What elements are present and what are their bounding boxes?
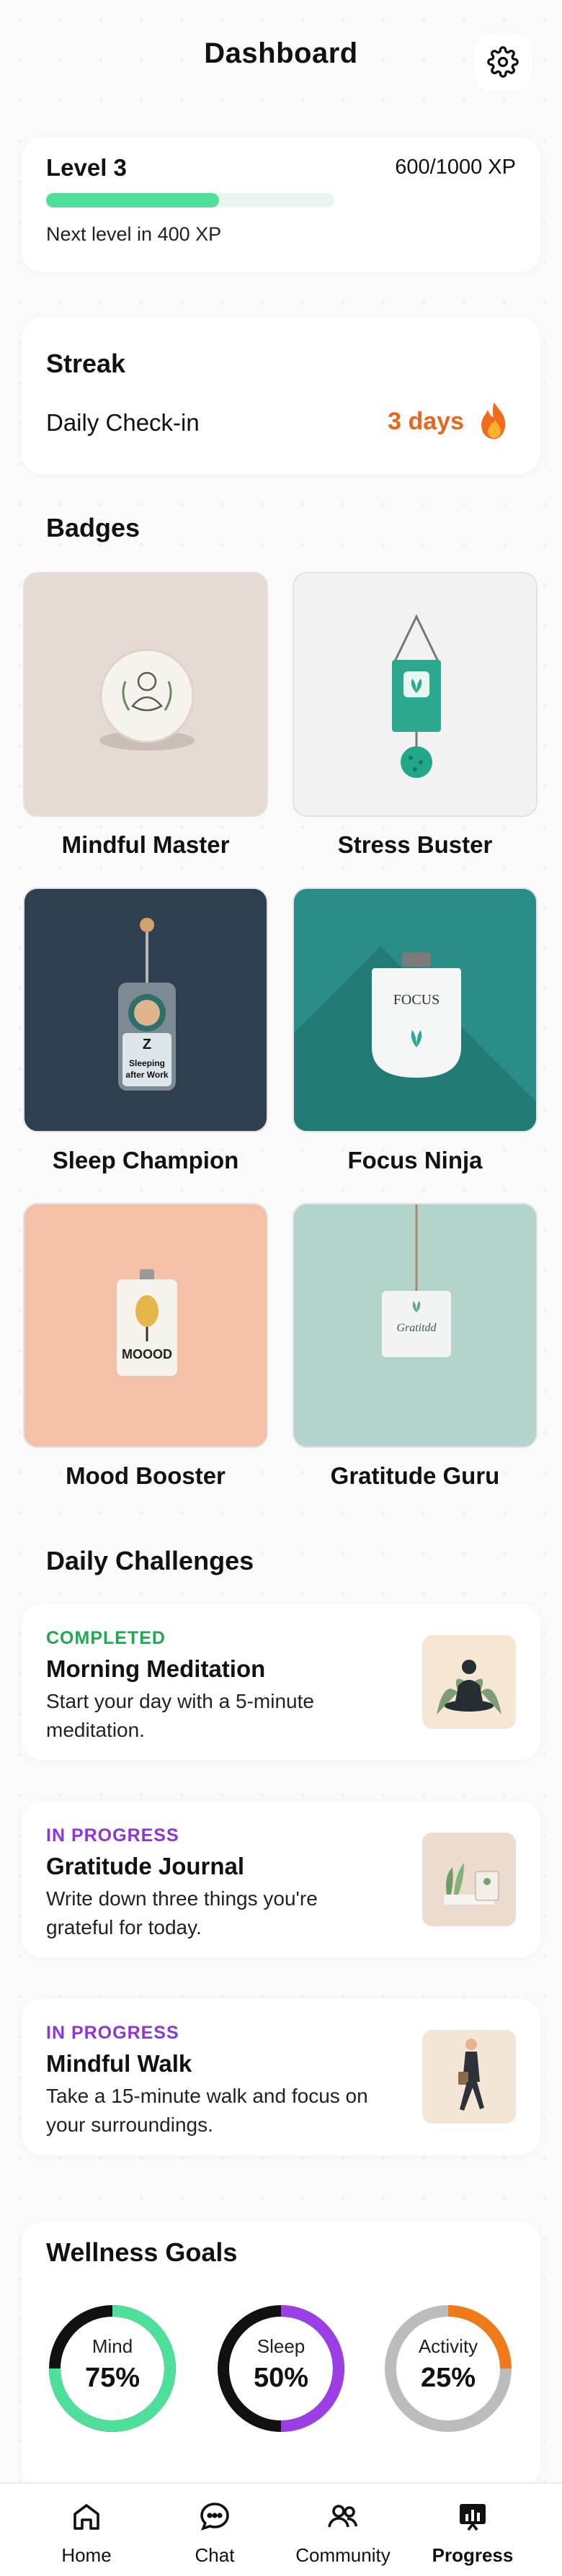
streak-label: Daily Check-in xyxy=(46,409,200,436)
nav-progress[interactable]: Progress xyxy=(408,2484,538,2576)
fire-icon xyxy=(481,402,506,439)
progress-icon xyxy=(460,2504,486,2531)
challenge-desc: Take a 15-minute walk and focus on your … xyxy=(46,2085,368,2136)
goal-value: 75% xyxy=(84,2363,140,2393)
challenge-card[interactable]: COMPLETED Morning Meditation Start your … xyxy=(22,1604,540,1761)
goal-activity: Activity 25% xyxy=(382,2302,514,2435)
nav-chat[interactable]: Chat xyxy=(150,2484,280,2576)
svg-text:Sleeping: Sleeping xyxy=(129,1058,165,1068)
challenge-status: IN PROGRESS xyxy=(46,1825,179,1846)
level-progress-fill xyxy=(46,193,219,207)
gratitude-badge-art: Gratitdd xyxy=(382,1204,451,1357)
mindful-badge-art xyxy=(99,648,195,751)
nav-home[interactable]: Home xyxy=(22,2484,151,2576)
stress-badge-art xyxy=(392,614,441,778)
challenge-status: COMPLETED xyxy=(46,1628,166,1648)
streak-value: 3 days xyxy=(388,408,464,435)
level-progress-bar xyxy=(46,193,334,207)
badge-focus-ninja[interactable]: FOCUS xyxy=(293,887,538,1132)
focus-badge-art: FOCUS xyxy=(294,947,536,1131)
header: Dashboard xyxy=(0,0,562,122)
walking-illustration xyxy=(422,2030,516,2124)
challenge-title: Morning Meditation xyxy=(46,1655,266,1682)
goals-title: Wellness Goals xyxy=(46,2237,238,2267)
community-icon xyxy=(328,2505,358,2528)
level-xp: 600/1000 XP xyxy=(395,156,516,179)
badge-sleep-champion[interactable]: Z Sleeping after Work xyxy=(23,887,268,1132)
svg-text:FOCUS: FOCUS xyxy=(393,992,440,1008)
challenge-title: Mindful Walk xyxy=(46,2050,192,2077)
level-next-text: Next level in 400 XP xyxy=(46,223,222,245)
streak-title: Streak xyxy=(46,349,126,378)
badge-mindful-master[interactable] xyxy=(23,572,268,817)
badge-name: Mindful Master xyxy=(61,831,230,858)
home-icon xyxy=(73,2504,99,2530)
sleep-badge-art: Z Sleeping after Work xyxy=(118,918,176,1091)
badge-name: Focus Ninja xyxy=(347,1147,483,1173)
goal-value: 25% xyxy=(420,2363,476,2393)
badge-mood-booster[interactable]: MOOOD xyxy=(23,1203,268,1448)
bottom-nav: Home Chat Community Progress xyxy=(0,2482,562,2576)
nav-label: Home xyxy=(61,2544,112,2566)
nav-label: Community xyxy=(295,2544,391,2566)
goal-label: Sleep xyxy=(257,2335,305,2357)
gear-icon xyxy=(487,46,519,78)
challenges-title: Daily Challenges xyxy=(46,1546,254,1575)
settings-button[interactable] xyxy=(474,33,532,91)
badge-name: Mood Booster xyxy=(66,1462,226,1489)
nav-community[interactable]: Community xyxy=(278,2484,408,2576)
badge-gratitude-guru[interactable]: Gratitdd xyxy=(293,1203,538,1448)
challenge-card[interactable]: IN PROGRESS Gratitude Journal Write down… xyxy=(22,1801,540,1958)
challenge-status: IN PROGRESS xyxy=(46,2023,179,2043)
goal-label: Activity xyxy=(418,2335,478,2357)
badge-stress-buster[interactable] xyxy=(293,572,538,817)
goal-mind: Mind 75% xyxy=(46,2302,179,2435)
svg-text:MOOOD: MOOOD xyxy=(122,1347,172,1361)
challenge-title: Gratitude Journal xyxy=(46,1853,245,1879)
chat-icon xyxy=(200,2503,229,2531)
challenge-card[interactable]: IN PROGRESS Mindful Walk Take a 15-minut… xyxy=(22,1998,540,2155)
streak-card: Streak Daily Check-in 3 days xyxy=(22,317,540,474)
badges-title: Badges xyxy=(46,513,140,542)
svg-text:Z: Z xyxy=(143,1037,151,1052)
badge-name: Stress Buster xyxy=(337,831,493,858)
goal-sleep: Sleep 50% xyxy=(215,2302,347,2435)
level-title: Level 3 xyxy=(46,154,127,181)
nav-label: Chat xyxy=(195,2544,235,2566)
nav-label: Progress xyxy=(432,2544,514,2566)
meditation-illustration xyxy=(422,1635,516,1729)
badge-name: Gratitude Guru xyxy=(330,1462,500,1489)
badge-name: Sleep Champion xyxy=(52,1147,239,1173)
svg-text:after Work: after Work xyxy=(125,1070,168,1080)
mood-badge-art: MOOOD xyxy=(117,1269,177,1376)
challenge-desc: Start your day with a 5-minute meditatio… xyxy=(46,1690,314,1741)
level-card: Level 3 600/1000 XP Next level in 400 XP xyxy=(22,137,540,272)
goal-value: 50% xyxy=(253,2363,309,2393)
svg-text:Gratitdd: Gratitdd xyxy=(396,1322,437,1334)
goal-label: Mind xyxy=(92,2335,133,2357)
journal-illustration xyxy=(422,1833,516,1926)
challenge-desc: Write down three things you're grateful … xyxy=(46,1887,318,1938)
